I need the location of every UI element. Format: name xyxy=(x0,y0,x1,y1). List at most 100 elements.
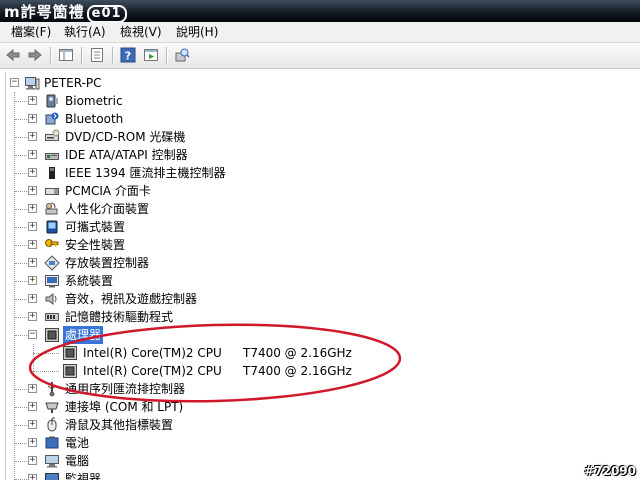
tree-node[interactable]: + 音效，視訊及遊戲控制器 xyxy=(6,290,626,308)
expand-icon[interactable]: + xyxy=(28,222,37,231)
tree-node[interactable]: + 安全性裝置 xyxy=(6,236,626,254)
system-device-icon xyxy=(44,273,60,289)
computer-name: PETER-PC xyxy=(44,76,102,90)
collapse-icon[interactable]: − xyxy=(10,78,19,87)
toolbar-separator xyxy=(50,47,51,64)
tree-branch-line xyxy=(15,299,27,300)
tree-node-label: 處理器 xyxy=(63,326,104,344)
expand-icon[interactable]: + xyxy=(28,402,37,411)
expand-icon[interactable]: + xyxy=(28,276,37,285)
expand-icon[interactable]: + xyxy=(28,240,37,249)
tree-branch-line xyxy=(15,137,27,138)
tree-node[interactable]: + 連接埠 (COM 和 LPT) xyxy=(6,398,626,416)
tree-branch-line xyxy=(15,407,27,408)
tree-node[interactable]: + 電池 xyxy=(6,434,626,452)
ports-icon xyxy=(44,399,60,415)
expand-icon[interactable]: + xyxy=(28,96,37,105)
tree-node-label: DVD/CD-ROM 光碟機 xyxy=(65,130,186,144)
tree-node[interactable]: + Biometric xyxy=(6,92,626,110)
tree-node-label: 人性化介面裝置 xyxy=(65,202,150,216)
tree-node[interactable]: + IEEE 1394 匯流排主機控制器 xyxy=(6,164,626,182)
processor-item[interactable]: Intel(R) Core(TM)2 CPU T7400 @ 2.16GHz xyxy=(6,362,626,380)
site-logo: m詐咢箇禮 e01 xyxy=(4,1,127,23)
tree-node-label: 音效，視訊及遊戲控制器 xyxy=(65,292,198,306)
tree-node[interactable]: + PCMCIA 介面卡 xyxy=(6,182,626,200)
back-icon[interactable] xyxy=(4,46,22,64)
expand-icon[interactable]: + xyxy=(28,132,37,141)
tree-branch-line xyxy=(15,335,27,336)
menu-view[interactable]: 檢視(V) xyxy=(120,24,162,40)
scan-hardware-icon[interactable] xyxy=(173,46,191,64)
tree-branch-line xyxy=(15,425,27,426)
tree-branch-line xyxy=(15,443,27,444)
tree-node[interactable]: + 可攜式裝置 xyxy=(6,218,626,236)
portable-device-icon xyxy=(44,219,60,235)
expand-icon[interactable]: + xyxy=(28,150,37,159)
processor-model: T7400 @ 2.16GHz xyxy=(243,346,352,360)
action-pane-icon[interactable] xyxy=(142,46,160,64)
tree-node[interactable]: + IDE ATA/ATAPI 控制器 xyxy=(6,146,626,164)
expand-icon[interactable]: + xyxy=(28,186,37,195)
menu-action[interactable]: 執行(A) xyxy=(64,24,106,40)
toolbar: ? xyxy=(0,43,640,69)
tree-node[interactable]: + 電腦 xyxy=(6,452,626,470)
help-icon[interactable]: ? xyxy=(119,46,137,64)
tree-node[interactable]: + 人性化介面裝置 xyxy=(6,200,626,218)
tree-branch-line xyxy=(15,173,27,174)
tree-node-label: 電腦 xyxy=(65,454,90,468)
processor-name: Intel(R) Core(TM)2 CPU xyxy=(83,346,222,360)
tree-node-label: Biometric xyxy=(65,94,123,108)
tree-node[interactable]: + 系統裝置 xyxy=(6,272,626,290)
tree-branch-line xyxy=(15,317,27,318)
expand-icon[interactable]: + xyxy=(28,420,37,429)
tree-branch-line xyxy=(15,281,27,282)
tree-node-label: IDE ATA/ATAPI 控制器 xyxy=(65,148,188,162)
expand-icon[interactable]: + xyxy=(28,312,37,321)
expand-icon[interactable]: + xyxy=(28,384,37,393)
tree-node-label: 系統裝置 xyxy=(65,274,114,288)
expand-icon[interactable]: + xyxy=(28,456,37,465)
tree-node[interactable]: + 記憶體技術驅動程式 xyxy=(6,308,626,326)
expand-icon[interactable]: + xyxy=(28,168,37,177)
menu-help[interactable]: 說明(H) xyxy=(176,24,218,40)
ide-controller-icon xyxy=(44,147,60,163)
tree-branch-line xyxy=(33,353,59,354)
security-device-icon xyxy=(44,237,60,253)
tree-root[interactable]: − PETER-PC xyxy=(6,74,626,92)
sound-icon xyxy=(44,291,60,307)
tree-branch-line xyxy=(15,209,27,210)
expand-icon[interactable]: + xyxy=(28,294,37,303)
pcmcia-icon xyxy=(44,183,60,199)
expand-icon[interactable]: + xyxy=(28,114,37,123)
tree-node[interactable]: + 監視器 xyxy=(6,470,626,480)
tree-node-label: PCMCIA 介面卡 xyxy=(65,184,151,198)
forward-icon[interactable] xyxy=(26,46,44,64)
title-bar: m詐咢箇禮 e01 xyxy=(0,0,640,23)
logo-text: m詐咢箇禮 xyxy=(4,3,85,21)
menu-file[interactable]: 檔案(F) xyxy=(11,24,51,40)
tree-node-label: 電池 xyxy=(65,436,90,450)
processor-item[interactable]: Intel(R) Core(TM)2 CPU T7400 @ 2.16GHz xyxy=(6,344,626,362)
storage-controller-icon xyxy=(44,255,60,271)
tree-node-label: 監視器 xyxy=(65,472,102,480)
tree-node[interactable]: + Bluetooth xyxy=(6,110,626,128)
toolbar-separator xyxy=(81,47,82,64)
expand-icon[interactable]: + xyxy=(28,204,37,213)
properties-icon[interactable] xyxy=(88,46,106,64)
tree-branch-line xyxy=(15,155,27,156)
tree-node[interactable]: + DVD/CD-ROM 光碟機 xyxy=(6,128,626,146)
show-hide-tree-icon[interactable] xyxy=(57,46,75,64)
tree-branch-line xyxy=(15,191,27,192)
expand-icon[interactable]: + xyxy=(28,258,37,267)
ieee1394-icon xyxy=(44,165,60,181)
expand-icon[interactable]: + xyxy=(28,474,37,480)
processor-name: Intel(R) Core(TM)2 CPU xyxy=(83,364,222,378)
collapse-icon[interactable]: − xyxy=(28,330,37,339)
tree-node-label: 可攜式裝置 xyxy=(65,220,126,234)
tree-node[interactable]: + 通用序列匯流排控制器 xyxy=(6,380,626,398)
tree-node[interactable]: + 滑鼠及其他指標裝置 xyxy=(6,416,626,434)
expand-icon[interactable]: + xyxy=(28,438,37,447)
tree-node[interactable]: + 存放裝置控制器 xyxy=(6,254,626,272)
tree-node[interactable]: − 處理器 xyxy=(6,326,626,344)
tree-branch-line xyxy=(33,344,34,371)
